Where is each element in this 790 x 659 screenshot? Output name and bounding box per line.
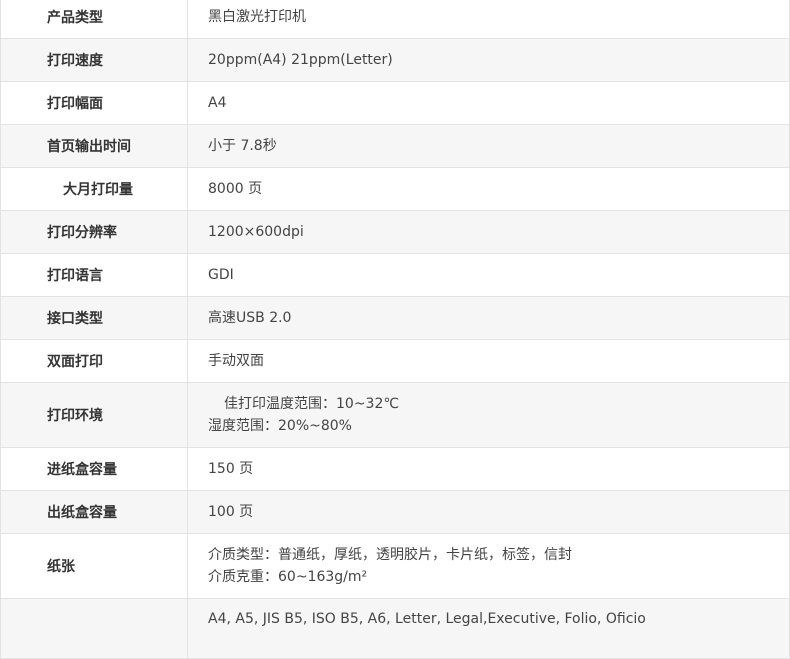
spec-value: 佳打印温度范围：10~32℃ 湿度范围：20%~80% <box>187 382 790 448</box>
spec-label: 打印分辨率 <box>0 210 188 254</box>
spec-row-print-language: 打印语言 GDI <box>0 253 790 297</box>
spec-label: 进纸盒容量 <box>0 447 188 491</box>
spec-value-line: 小于 7.8秒 <box>208 138 277 154</box>
spec-value: 8000 页 <box>187 167 790 211</box>
spec-value-line: 手动双面 <box>208 353 264 369</box>
spec-value-line: 黑白激光打印机 <box>208 9 306 25</box>
spec-value: 高速USB 2.0 <box>187 296 790 340</box>
spec-value: 150 页 <box>187 447 790 491</box>
spec-value-line: 20ppm(A4) 21ppm(Letter) <box>208 52 393 68</box>
spec-label: 出纸盒容量 <box>0 490 188 534</box>
spec-row-paper-sizes: A4, A5, JIS B5, ISO B5, A6, Letter, Lega… <box>0 598 790 659</box>
spec-value-line: 湿度范围：20%~80% <box>208 418 352 434</box>
spec-value: 黑白激光打印机 <box>187 0 790 39</box>
spec-row-resolution: 打印分辨率 1200×600dpi <box>0 210 790 254</box>
spec-row-output-tray: 出纸盒容量 100 页 <box>0 490 790 534</box>
spec-value: 100 页 <box>187 490 790 534</box>
spec-value-line: A4 <box>208 95 227 111</box>
spec-row-monthly-volume: 大月打印量 8000 页 <box>0 167 790 211</box>
spec-value-line: GDI <box>208 267 234 283</box>
spec-row-first-page: 首页输出时间 小于 7.8秒 <box>0 124 790 168</box>
spec-row-duplex: 双面打印 手动双面 <box>0 339 790 383</box>
spec-label <box>0 598 188 659</box>
spec-label: 产品类型 <box>0 0 188 39</box>
spec-row-input-tray: 进纸盒容量 150 页 <box>0 447 790 491</box>
spec-row-product-type: 产品类型 黑白激光打印机 <box>0 0 790 39</box>
spec-label: 纸张 <box>0 533 188 599</box>
spec-row-environment: 打印环境 佳打印温度范围：10~32℃ 湿度范围：20%~80% <box>0 382 790 448</box>
spec-value-line: A4, A5, JIS B5, ISO B5, A6, Letter, Lega… <box>208 611 646 627</box>
spec-value-line: 高速USB 2.0 <box>208 310 292 326</box>
spec-label: 打印速度 <box>0 38 188 82</box>
spec-value: 小于 7.8秒 <box>187 124 790 168</box>
spec-label: 接口类型 <box>0 296 188 340</box>
spec-row-paper: 纸张 介质类型：普通纸，厚纸，透明胶片，卡片纸，标签，信封 介质克重：60~16… <box>0 533 790 599</box>
spec-value: GDI <box>187 253 790 297</box>
spec-label: 打印语言 <box>0 253 188 297</box>
spec-row-interface: 接口类型 高速USB 2.0 <box>0 296 790 340</box>
spec-row-print-size: 打印幅面 A4 <box>0 81 790 125</box>
spec-value-line: 8000 页 <box>208 181 263 197</box>
spec-value-line: 1200×600dpi <box>208 224 304 240</box>
spec-value: A4, A5, JIS B5, ISO B5, A6, Letter, Lega… <box>187 598 790 659</box>
spec-value-line: 介质类型：普通纸，厚纸，透明胶片，卡片纸，标签，信封 <box>208 547 572 563</box>
spec-value-line: 介质克重：60~163g/m² <box>208 569 368 585</box>
spec-table: 产品类型 黑白激光打印机 打印速度 20ppm(A4) 21ppm(Letter… <box>0 0 790 659</box>
spec-label: 首页输出时间 <box>0 124 188 168</box>
spec-value: 20ppm(A4) 21ppm(Letter) <box>187 38 790 82</box>
spec-label: 打印环境 <box>0 382 188 448</box>
spec-value: 介质类型：普通纸，厚纸，透明胶片，卡片纸，标签，信封 介质克重：60~163g/… <box>187 533 790 599</box>
spec-label: 打印幅面 <box>0 81 188 125</box>
spec-value-line: 100 页 <box>208 504 254 520</box>
spec-value-line: 150 页 <box>208 461 254 477</box>
spec-label: 双面打印 <box>0 339 188 383</box>
spec-row-print-speed: 打印速度 20ppm(A4) 21ppm(Letter) <box>0 38 790 82</box>
spec-value: A4 <box>187 81 790 125</box>
spec-label: 大月打印量 <box>0 167 188 211</box>
spec-value-line: 佳打印温度范围：10~32℃ <box>224 396 400 412</box>
spec-value: 手动双面 <box>187 339 790 383</box>
spec-value: 1200×600dpi <box>187 210 790 254</box>
